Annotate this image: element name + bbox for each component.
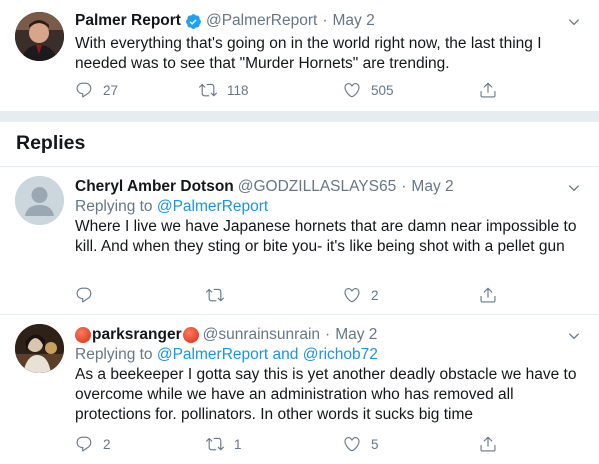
replying-prefix: Replying to xyxy=(75,346,153,363)
replying-to: Replying to @PalmerReport xyxy=(75,197,579,217)
tweet-text: Where I live we have Japanese hornets th… xyxy=(75,218,577,255)
author-handle[interactable]: @sunrainsunrain xyxy=(203,325,320,345)
replying-and: and xyxy=(272,346,299,363)
like-count: 505 xyxy=(371,82,394,98)
reply-icon xyxy=(76,287,92,303)
reply-icon xyxy=(76,436,92,452)
separator-dot: · xyxy=(325,326,331,343)
replies-heading: Replies xyxy=(16,132,86,154)
author-name[interactable]: Cheryl Amber Dotson xyxy=(75,177,234,197)
caret-down-icon[interactable] xyxy=(567,329,581,343)
tweet-date[interactable]: May 2 xyxy=(335,325,377,345)
apple-emoji xyxy=(75,327,91,343)
like-button[interactable]: 5 xyxy=(343,435,479,453)
avatar-photo xyxy=(15,12,64,61)
author-name[interactable]: parksranger xyxy=(92,325,182,345)
tweet-text: As a beekeeper I gotta say this is yet a… xyxy=(75,366,577,423)
share-button[interactable] xyxy=(479,81,497,99)
author-handle[interactable]: @PalmerReport xyxy=(206,11,317,31)
reply-count: 2 xyxy=(103,436,111,452)
share-button[interactable] xyxy=(479,435,497,453)
avatar[interactable] xyxy=(15,176,64,225)
tweet-date[interactable]: May 2 xyxy=(332,11,374,31)
section-divider xyxy=(0,111,599,122)
reply-icon xyxy=(76,82,92,98)
retweet-button[interactable]: 118 xyxy=(199,81,343,99)
like-icon xyxy=(344,288,360,303)
like-button[interactable]: 2 xyxy=(343,286,479,304)
retweet-count: 118 xyxy=(227,82,249,98)
mention-link[interactable]: @PalmerReport xyxy=(157,346,268,363)
share-button[interactable] xyxy=(479,286,497,304)
tweet-text: With everything that's going on in the w… xyxy=(75,35,542,72)
author-handle[interactable]: @GODZILLASLAYS65 xyxy=(238,177,396,197)
retweet-icon xyxy=(206,437,224,451)
default-avatar-icon xyxy=(15,176,64,225)
replying-prefix: Replying to xyxy=(75,198,153,215)
reply-tweet[interactable]: parksranger @sunrainsunrain · May 2 Repl… xyxy=(0,315,599,464)
reply-tweet[interactable]: Cheryl Amber Dotson @GODZILLASLAYS65 · M… xyxy=(0,167,599,314)
share-icon xyxy=(480,436,496,452)
main-tweet[interactable]: Palmer Report @PalmerReport · May 2 With… xyxy=(0,0,599,110)
like-count: 2 xyxy=(371,287,379,303)
reply-button[interactable]: 27 xyxy=(75,81,199,99)
like-icon xyxy=(344,437,360,452)
avatar-photo xyxy=(15,324,64,373)
caret-down-icon[interactable] xyxy=(567,181,581,195)
retweet-button[interactable] xyxy=(206,286,343,304)
retweet-count: 1 xyxy=(234,436,242,452)
mention-link[interactable]: @richob72 xyxy=(303,346,378,363)
avatar[interactable] xyxy=(15,324,64,373)
like-icon xyxy=(344,83,360,98)
avatar[interactable] xyxy=(15,12,64,61)
like-button[interactable]: 505 xyxy=(343,81,479,99)
tweet-date[interactable]: May 2 xyxy=(411,177,453,197)
share-icon xyxy=(480,82,496,98)
caret-down-icon[interactable] xyxy=(567,15,581,29)
like-count: 5 xyxy=(371,436,379,452)
reply-count: 27 xyxy=(103,82,119,98)
replying-to: Replying to @PalmerReport and @richob72 xyxy=(75,345,579,365)
separator-dot: · xyxy=(322,12,328,29)
reply-button[interactable]: 2 xyxy=(75,435,206,453)
share-icon xyxy=(480,287,496,303)
reply-button[interactable] xyxy=(75,286,206,304)
author-name[interactable]: Palmer Report xyxy=(75,11,181,31)
apple-emoji xyxy=(182,327,199,343)
retweet-icon xyxy=(199,83,217,97)
retweet-icon xyxy=(206,288,224,302)
separator-dot: · xyxy=(401,178,407,195)
verified-icon xyxy=(186,13,201,29)
mention-link[interactable]: @PalmerReport xyxy=(157,198,268,215)
retweet-button[interactable]: 1 xyxy=(206,435,343,453)
